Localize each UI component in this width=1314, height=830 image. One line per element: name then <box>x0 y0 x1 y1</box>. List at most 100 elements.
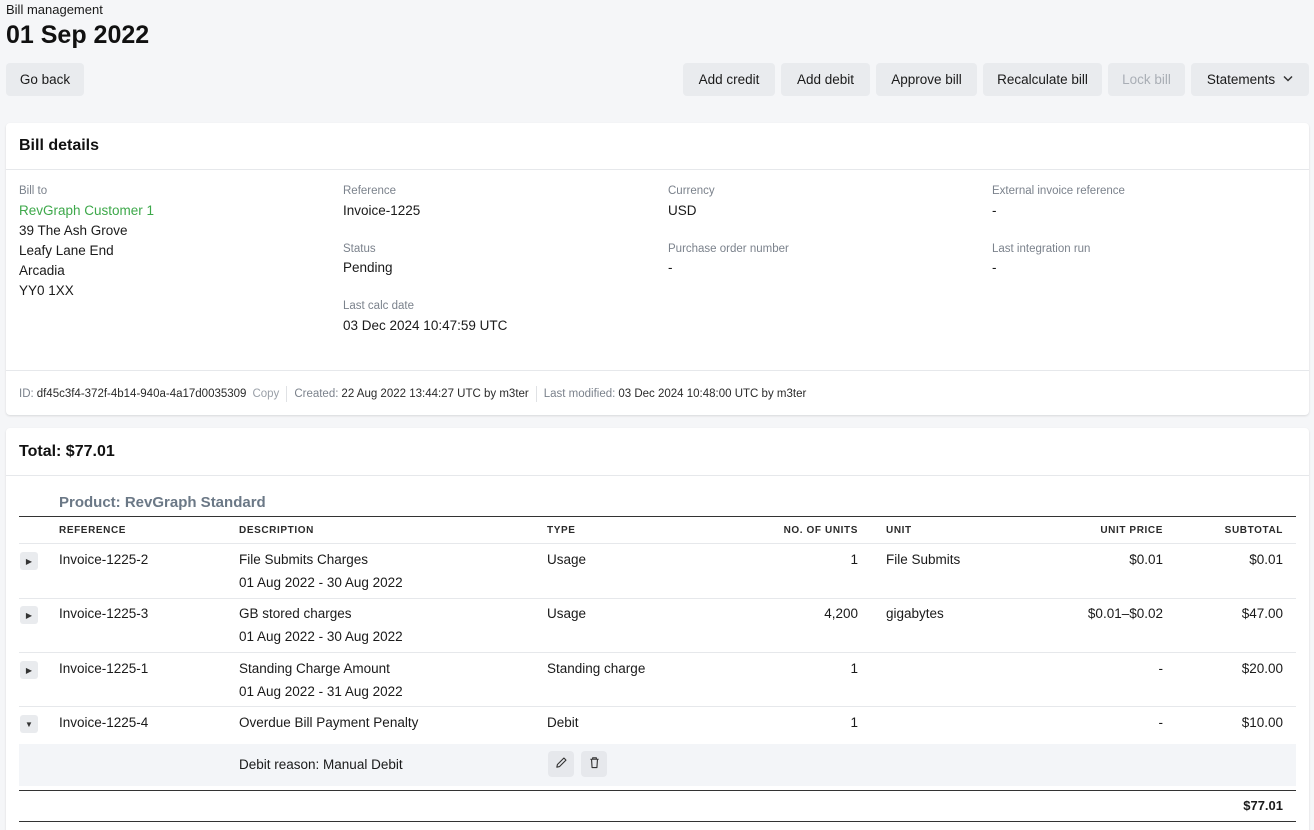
bill-to-label: Bill to <box>19 185 48 197</box>
caret-down-icon: ▼ <box>25 719 33 729</box>
bill-metadata: ID: df45c3f4-372f-4b14-940a-4a17d0035309… <box>19 386 806 402</box>
row-period: 01 Aug 2022 - 30 Aug 2022 <box>239 629 403 644</box>
product-title: Product: RevGraph Standard <box>59 494 266 511</box>
row-period: 01 Aug 2022 - 31 Aug 2022 <box>239 684 403 699</box>
modified-label: Last modified: <box>543 388 616 400</box>
row-subtotal: $20.00 <box>1241 661 1283 676</box>
go-back-button[interactable]: Go back <box>6 63 84 96</box>
row-units: 4,200 <box>824 606 858 621</box>
chevron-down-icon <box>1283 74 1293 85</box>
currency-value: USD <box>668 203 697 218</box>
last-integration-label: Last integration run <box>992 243 1091 255</box>
address-line: Arcadia <box>19 263 65 278</box>
po-label: Purchase order number <box>668 243 789 255</box>
row-unit: File Submits <box>886 552 961 567</box>
row-divider <box>19 598 1296 599</box>
add-debit-button[interactable]: Add debit <box>781 63 870 96</box>
expand-row-button[interactable]: ▶ <box>20 661 38 679</box>
caret-right-icon: ▶ <box>25 610 33 620</box>
bill-details-card: Bill details Bill to RevGraph Customer 1… <box>6 123 1309 415</box>
divider <box>6 169 1309 170</box>
status-value: Pending <box>343 260 393 275</box>
collapse-row-button[interactable]: ▼ <box>20 715 38 733</box>
add-credit-button[interactable]: Add credit <box>683 63 775 96</box>
col-description: DESCRIPTION <box>239 525 314 536</box>
lock-bill-button: Lock bill <box>1108 63 1185 96</box>
created-value: 22 Aug 2022 13:44:27 UTC by m3ter <box>341 388 529 400</box>
expand-row-button[interactable]: ▶ <box>20 606 38 624</box>
total-title: Total: $77.01 <box>19 443 115 460</box>
created-label: Created: <box>294 388 339 400</box>
expand-row-button[interactable]: ▶ <box>20 552 38 570</box>
statements-dropdown[interactable]: Statements <box>1191 63 1309 96</box>
row-subtotal: $47.00 <box>1241 606 1283 621</box>
row-unit-price: $0.01 <box>1129 552 1163 567</box>
divider <box>6 370 1309 371</box>
page-title: 01 Sep 2022 <box>6 21 150 49</box>
currency-label: Currency <box>668 185 715 197</box>
total-rule <box>19 790 1296 791</box>
row-type: Debit <box>547 715 579 730</box>
last-calc-label: Last calc date <box>343 300 414 312</box>
pencil-icon <box>555 756 568 772</box>
table-top-rule <box>19 516 1296 517</box>
row-units: 1 <box>850 661 858 676</box>
row-type: Usage <box>547 606 587 621</box>
row-unit-price: $0.01–$0.02 <box>1087 606 1163 621</box>
edit-debit-button[interactable] <box>548 751 574 777</box>
row-unit-price: - <box>1158 661 1164 676</box>
row-type: Standing charge <box>547 661 646 676</box>
address-line: YY0 1XX <box>19 283 74 298</box>
row-divider <box>19 652 1296 653</box>
external-ref-value: - <box>992 203 997 218</box>
row-period: 01 Aug 2022 - 30 Aug 2022 <box>239 575 403 590</box>
row-description-link[interactable]: File Submits Charges <box>239 552 368 567</box>
row-units: 1 <box>850 552 858 567</box>
col-units: NO. OF UNITS <box>783 525 858 536</box>
row-divider <box>19 706 1296 707</box>
separator <box>286 386 288 402</box>
trash-icon <box>588 756 601 772</box>
debit-reason: Debit reason: Manual Debit <box>239 757 403 772</box>
external-ref-label: External invoice reference <box>992 185 1125 197</box>
row-description-link[interactable]: GB stored charges <box>239 606 352 621</box>
delete-debit-button[interactable] <box>581 751 607 777</box>
address-line: 39 The Ash Grove <box>19 223 128 238</box>
row-divider <box>19 543 1296 544</box>
caret-right-icon: ▶ <box>25 665 33 675</box>
row-reference: Invoice-1225-2 <box>59 552 149 567</box>
po-value: - <box>668 260 673 275</box>
col-unit: UNIT <box>886 525 912 536</box>
statements-label: Statements <box>1206 72 1276 87</box>
approve-bill-button[interactable]: Approve bill <box>876 63 977 96</box>
row-units: 1 <box>850 715 858 730</box>
row-reference: Invoice-1225-1 <box>59 661 149 676</box>
bill-id: df45c3f4-372f-4b14-940a-4a17d0035309 <box>36 388 247 400</box>
id-label: ID: <box>19 388 34 400</box>
last-calc-value: 03 Dec 2024 10:47:59 UTC <box>343 318 508 333</box>
bottom-rule <box>19 821 1296 822</box>
col-unit-price: UNIT PRICE <box>1100 525 1163 536</box>
copy-id-button[interactable]: Copy <box>252 388 279 400</box>
modified-value: 03 Dec 2024 10:48:00 UTC by m3ter <box>618 388 807 400</box>
debit-detail-row <box>19 744 1296 786</box>
last-integration-value: - <box>992 260 997 275</box>
bill-details-title: Bill details <box>19 137 100 154</box>
row-description-link[interactable]: Standing Charge Amount <box>239 661 390 676</box>
reference-label: Reference <box>343 185 397 197</box>
status-label: Status <box>343 243 376 255</box>
row-subtotal: $0.01 <box>1249 552 1283 567</box>
recalculate-bill-button[interactable]: Recalculate bill <box>983 63 1102 96</box>
separator <box>535 386 537 402</box>
row-type: Usage <box>547 552 587 567</box>
address-line: Leafy Lane End <box>19 243 114 258</box>
col-type: TYPE <box>547 525 576 536</box>
caret-right-icon: ▶ <box>25 556 33 566</box>
col-reference: REFERENCE <box>59 525 127 536</box>
row-description: Overdue Bill Payment Penalty <box>239 715 419 730</box>
customer-link[interactable]: RevGraph Customer 1 <box>19 203 154 218</box>
row-subtotal: $10.00 <box>1241 715 1283 730</box>
breadcrumb[interactable]: Bill management <box>6 2 103 17</box>
row-unit: gigabytes <box>886 606 944 621</box>
row-reference: Invoice-1225-4 <box>59 715 149 730</box>
